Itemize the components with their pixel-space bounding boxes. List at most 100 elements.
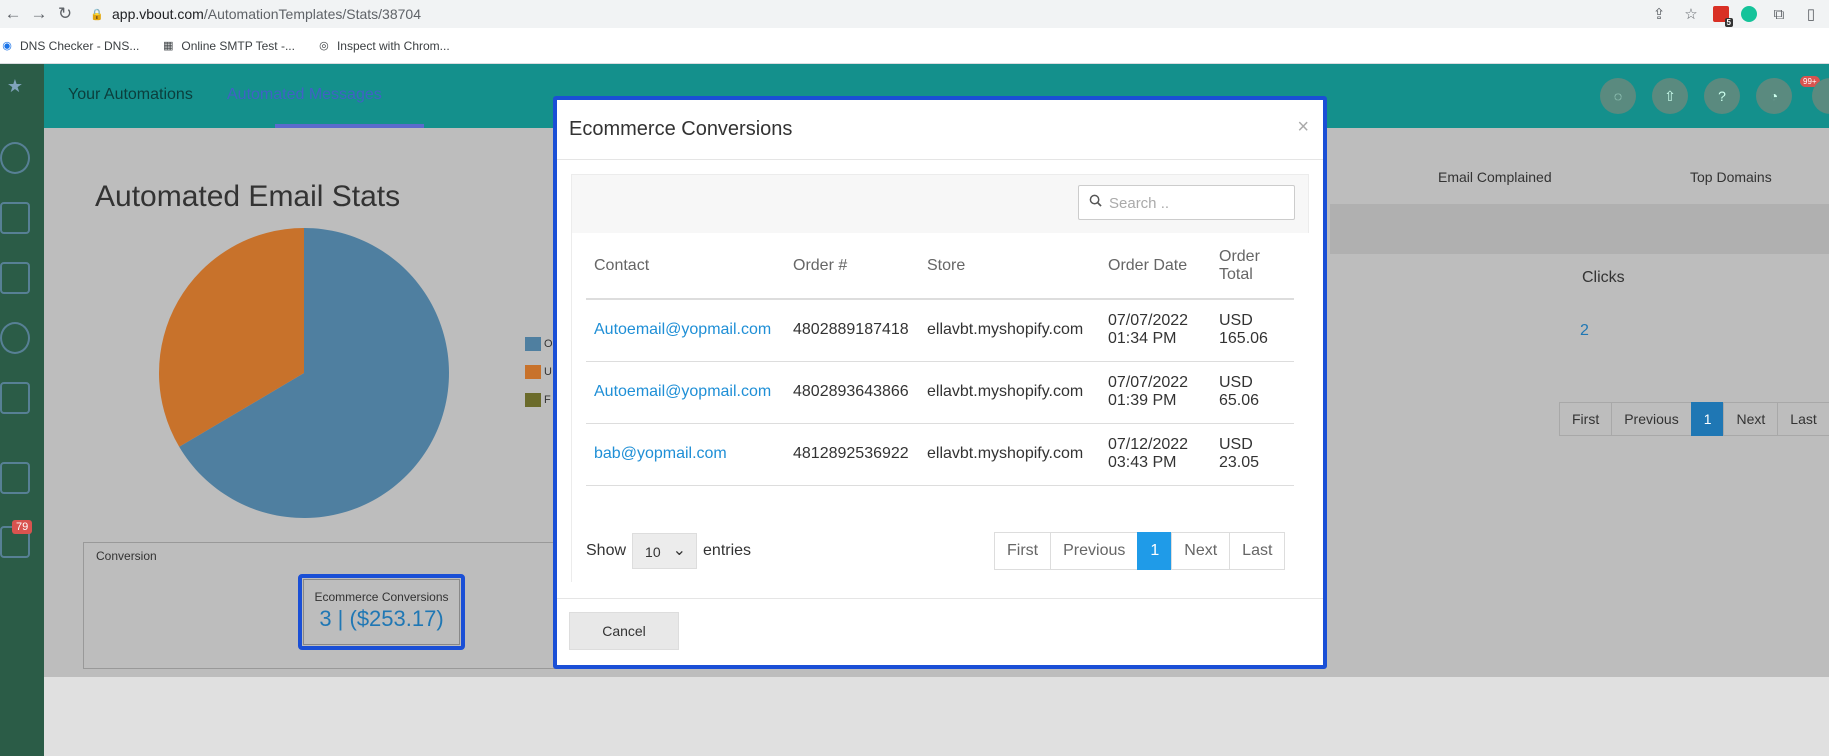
column-email-complained: Email Complained xyxy=(1438,169,1552,185)
legend-label-opened: O xyxy=(544,338,553,350)
extension-red-icon[interactable]: 5 xyxy=(1713,6,1733,27)
bookmark-dns-checker[interactable]: ◉ DNS Checker - DNS... xyxy=(0,39,139,53)
contact-link[interactable]: Autoemail@yopmail.com xyxy=(586,299,785,362)
bell-icon[interactable]: ◔ xyxy=(1756,78,1792,114)
search-icon xyxy=(1089,194,1102,207)
orders-table-area: Contact Order # Store Order Date Order T… xyxy=(572,233,1310,583)
entries-select[interactable]: 10 ⌄ xyxy=(632,533,698,569)
table-header-row: Contact Order # Store Order Date Order T… xyxy=(586,233,1294,300)
modal-header: Ecommerce Conversions × xyxy=(557,100,1323,160)
modal-title: Ecommerce Conversions xyxy=(569,118,793,140)
legend-swatch-unopened xyxy=(525,365,541,379)
share-icon[interactable]: ⇪ xyxy=(1649,5,1669,23)
column-top-domains: Top Domains xyxy=(1690,169,1772,185)
chevron-down-icon: ⌄ xyxy=(672,542,687,559)
column-header-order-total[interactable]: Order Total xyxy=(1211,233,1294,300)
modal-body: Contact Order # Store Order Date Order T… xyxy=(571,174,1310,583)
contact-link[interactable]: bab@yopmail.com xyxy=(586,423,785,486)
entries-label: entries xyxy=(703,542,752,559)
document-icon[interactable] xyxy=(0,382,30,414)
background-pagination: First Previous 1 Next Last xyxy=(1559,402,1829,436)
dashboard-icon[interactable] xyxy=(0,142,30,174)
sidepanel-icon[interactable]: ▯ xyxy=(1801,5,1821,23)
bg-page-first[interactable]: First xyxy=(1559,402,1613,436)
legend-swatch-opened xyxy=(525,337,541,351)
bookmarks-bar: ◉ DNS Checker - DNS... ▦ Online SMTP Tes… xyxy=(0,28,1829,64)
column-header-contact[interactable]: Contact xyxy=(586,233,785,300)
tab-automated-messages[interactable]: Automated Messages xyxy=(227,86,382,104)
orders-table: Contact Order # Store Order Date Order T… xyxy=(586,233,1294,486)
column-header-order-date[interactable]: Order Date xyxy=(1100,233,1211,300)
ecommerce-conversions-card[interactable]: Ecommerce Conversions 3 | ($253.17) xyxy=(303,579,460,645)
order-total: USD 23.05 xyxy=(1211,423,1294,486)
workflow-icon[interactable] xyxy=(0,262,30,294)
order-total: USD 165.06 xyxy=(1211,299,1294,362)
help-icon[interactable]: ? xyxy=(1704,78,1740,114)
upload-icon[interactable]: ⇧ xyxy=(1652,78,1688,114)
bg-page-next[interactable]: Next xyxy=(1723,402,1779,436)
contact-link[interactable]: Autoemail@yopmail.com xyxy=(586,361,785,424)
bookmark-inspect-chrome[interactable]: ◎ Inspect with Chrom... xyxy=(317,39,450,53)
search-input[interactable] xyxy=(1109,190,1289,216)
cancel-button[interactable]: Cancel xyxy=(569,612,679,650)
footer-band xyxy=(44,677,1829,756)
bg-page-1[interactable]: 1 xyxy=(1690,402,1725,436)
order-date: 07/12/2022 03:43 PM xyxy=(1100,423,1211,486)
store-name: ellavbt.myshopify.com xyxy=(919,299,1100,362)
bg-page-last[interactable]: Last xyxy=(1777,402,1829,436)
order-date: 07/07/2022 01:39 PM xyxy=(1100,361,1211,424)
conversion-value[interactable]: 3 | ($253.17) xyxy=(304,606,459,632)
column-header-order[interactable]: Order # xyxy=(785,233,919,300)
sidebar-badge: 79 xyxy=(12,520,33,534)
bookmark-label: Inspect with Chrom... xyxy=(336,38,450,53)
order-total: USD 65.06 xyxy=(1211,361,1294,424)
table-row: Autoemail@yopmail.com 4802893643866 ella… xyxy=(586,361,1294,424)
page-last-button[interactable]: Last xyxy=(1229,532,1286,570)
url-path: /AutomationTemplates/Stats/38704 xyxy=(203,6,421,22)
sidebar: ★ 79 xyxy=(0,64,44,756)
search-box[interactable] xyxy=(1078,185,1295,220)
grid-icon: ▦ xyxy=(163,39,174,52)
grammarly-icon[interactable] xyxy=(1741,6,1757,22)
address-bar[interactable]: 🔒 app.vbout.com /AutomationTemplates/Sta… xyxy=(90,2,1720,26)
column-header-store[interactable]: Store xyxy=(919,233,1100,300)
bg-page-previous[interactable]: Previous xyxy=(1611,402,1692,436)
entries-control: Show 10 ⌄ entries xyxy=(586,533,751,569)
store-name: ellavbt.myshopify.com xyxy=(919,361,1100,424)
network-icon[interactable] xyxy=(0,322,30,354)
chat-icon[interactable]: ◌ xyxy=(1600,78,1636,114)
conversion-label: Ecommerce Conversions xyxy=(314,590,449,604)
store-name: ellavbt.myshopify.com xyxy=(919,423,1100,486)
order-number: 4802893643866 xyxy=(785,361,919,424)
page-1-button[interactable]: 1 xyxy=(1137,532,1173,570)
order-date: 07/07/2022 01:34 PM xyxy=(1100,299,1211,362)
star-icon[interactable]: ☆ xyxy=(1681,5,1701,23)
email-icon[interactable] xyxy=(0,202,30,234)
table-row: Autoemail@yopmail.com 4802889187418 ella… xyxy=(586,299,1294,362)
cursor-icon[interactable] xyxy=(0,462,30,494)
browser-actions: ⇪ ☆ 5 ⧉ ▯ xyxy=(1649,0,1829,28)
close-icon[interactable]: × xyxy=(1297,116,1309,139)
bookmark-smtp-test[interactable]: ▦ Online SMTP Test -... xyxy=(161,39,295,53)
clicks-value-link[interactable]: 2 xyxy=(1580,322,1589,340)
back-arrow-icon[interactable]: ← xyxy=(0,4,26,24)
page-title: Automated Email Stats xyxy=(95,180,401,213)
modal-pagination: First Previous 1 Next Last xyxy=(994,532,1286,570)
page-previous-button[interactable]: Previous xyxy=(1050,532,1139,570)
reload-icon[interactable]: ↻ xyxy=(52,4,78,24)
page-first-button[interactable]: First xyxy=(994,532,1052,570)
column-clicks: Clicks xyxy=(1582,269,1625,286)
bookmark-label: Online SMTP Test -... xyxy=(181,38,295,53)
lock-icon: 🔒 xyxy=(90,8,104,21)
bookmark-label: DNS Checker - DNS... xyxy=(20,38,140,53)
show-label: Show xyxy=(586,542,627,559)
tab-your-automations[interactable]: Your Automations xyxy=(68,86,193,104)
puzzle-icon[interactable]: ⧉ xyxy=(1769,6,1789,23)
legend-label-failed: F xyxy=(544,394,551,406)
table-row: bab@yopmail.com 4812892536922 ellavbt.my… xyxy=(586,423,1294,486)
entries-value: 10 xyxy=(645,544,661,560)
page-next-button[interactable]: Next xyxy=(1171,532,1231,570)
star-logo-icon[interactable]: ★ xyxy=(0,70,30,102)
forward-arrow-icon[interactable]: → xyxy=(26,4,52,24)
pie-chart xyxy=(159,228,449,518)
